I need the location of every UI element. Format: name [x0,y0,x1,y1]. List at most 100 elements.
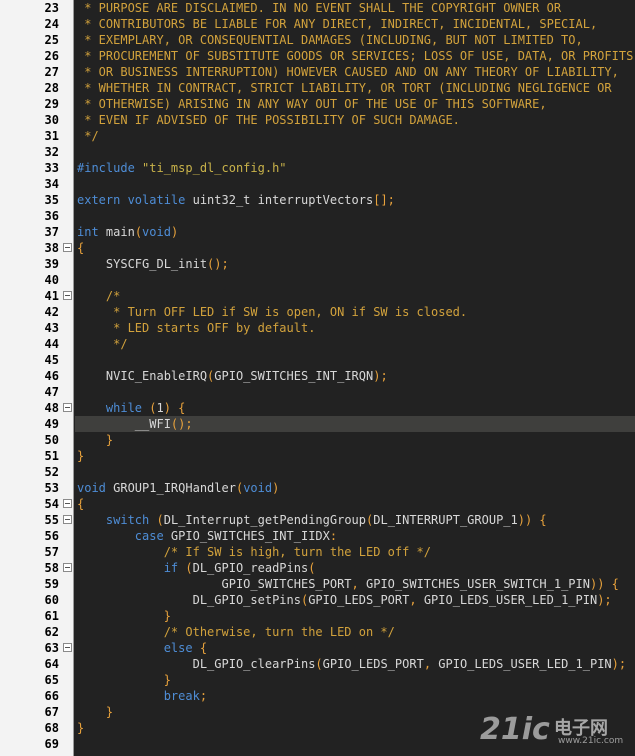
line-number: 60 [44,593,59,607]
code-line[interactable]: 61 } [0,608,635,624]
code-text: break; [77,688,207,704]
watermark-logo-text: 21ic [480,712,550,747]
code-token: if [77,561,186,575]
line-number: 46 [44,369,59,383]
code-token: { [77,241,85,255]
code-line[interactable]: 62 /* Otherwise, turn the LED on */ [0,624,635,640]
code-text: /* Otherwise, turn the LED on */ [77,624,395,640]
code-line[interactable]: 34 [0,176,635,192]
code-line[interactable]: 40 [0,272,635,288]
code-line[interactable]: 58 if (DL_GPIO_readPins( [0,560,635,576]
code-token: )) { [517,513,547,527]
code-line[interactable]: 27 * OR BUSINESS INTERRUPTION) HOWEVER C… [0,64,635,80]
fold-toggle-icon[interactable] [63,291,72,300]
code-text: case GPIO_SWITCHES_INT_IIDX: [77,528,337,544]
code-line[interactable]: 46 NVIC_EnableIRQ(GPIO_SWITCHES_INT_IRQN… [0,368,635,384]
code-token: ( [185,561,193,575]
code-line[interactable]: 54 { [0,496,635,512]
code-token: } [77,705,114,719]
code-token: 1 [156,401,164,415]
code-line[interactable]: 42 * Turn OFF LED if SW is open, ON if S… [0,304,635,320]
line-number: 24 [44,17,59,31]
line-number: 53 [44,481,59,495]
code-line[interactable]: 38 { [0,240,635,256]
code-line[interactable]: 63 else { [0,640,635,656]
code-line[interactable]: 48 while (1) { [0,400,635,416]
code-line[interactable]: 39 SYSCFG_DL_init(); [0,256,635,272]
code-line[interactable]: 35 extern volatile uint32_t interruptVect… [0,192,635,208]
code-line[interactable]: 66 break; [0,688,635,704]
line-number: 51 [44,449,59,463]
code-token: GPIO_SWITCHES_INT_IRQN [214,369,374,383]
line-number: 28 [44,81,59,95]
code-text: * PROCUREMENT OF SUBSTITUTE GOODS OR SER… [77,48,635,64]
code-line[interactable]: 23 * PURPOSE ARE DISCLAIMED. IN NO EVENT… [0,0,635,16]
code-line[interactable]: 45 [0,352,635,368]
code-token: GPIO_SWITCHES_USER_SWITCH_1_PIN [366,577,590,591]
code-line[interactable]: 50 } [0,432,635,448]
code-text: * CONTRIBUTORS BE LIABLE FOR ANY DIRECT,… [77,16,597,32]
code-line[interactable]: 47 [0,384,635,400]
code-line[interactable]: 33 #include "ti_msp_dl_config.h" [0,160,635,176]
code-line[interactable]: 64 DL_GPIO_clearPins(GPIO_LEDS_PORT, GPI… [0,656,635,672]
code-line[interactable]: 25 * EXEMPLARY, OR CONSEQUENTIAL DAMAGES… [0,32,635,48]
line-number: 58 [44,561,59,575]
line-number: 48 [44,401,59,415]
line-number: 57 [44,545,59,559]
code-line[interactable]: 29 * OTHERWISE) ARISING IN ANY WAY OUT O… [0,96,635,112]
code-token: DL_INTERRUPT_GROUP_1 [373,513,518,527]
line-number: 50 [44,433,59,447]
code-line[interactable]: 37 int main(void) [0,224,635,240]
code-line[interactable]: 44 */ [0,336,635,352]
fold-toggle-icon[interactable] [63,515,72,524]
code-editor[interactable]: 23 * PURPOSE ARE DISCLAIMED. IN NO EVENT… [0,0,635,756]
code-line[interactable]: 52 [0,464,635,480]
code-token: * OR BUSINESS INTERRUPTION) HOWEVER CAUS… [77,65,619,79]
line-number: 44 [44,337,59,351]
code-line[interactable]: 32 [0,144,635,160]
code-text: extern volatile uint32_t interruptVector… [77,192,395,208]
code-text: } [77,608,171,624]
code-token: } [77,673,171,687]
code-line[interactable]: 43 * LED starts OFF by default. [0,320,635,336]
fold-toggle-icon[interactable] [63,499,72,508]
code-line[interactable]: 30 * EVEN IF ADVISED OF THE POSSIBILITY … [0,112,635,128]
code-token: /* [77,289,121,303]
code-token: ); [597,593,612,607]
code-token: void [142,225,171,239]
code-line[interactable]: 53 void GROUP1_IRQHandler(void) [0,480,635,496]
code-text: */ [77,128,98,144]
code-line[interactable]: 51} [0,448,635,464]
line-number: 49 [44,417,59,431]
code-line[interactable]: 55 switch (DL_Interrupt_getPendingGroup(… [0,512,635,528]
line-number: 39 [44,257,59,271]
line-number: 33 [44,161,59,175]
line-number: 36 [44,209,59,223]
code-line[interactable]: 31 */ [0,128,635,144]
fold-toggle-icon[interactable] [63,643,72,652]
code-line[interactable]: 36 [0,208,635,224]
line-number: 26 [44,49,59,63]
code-text: __WFI(); [77,416,193,432]
code-text: /* If SW is high, turn the LED off */ [77,544,431,560]
code-line[interactable]: 59 GPIO_SWITCHES_PORT, GPIO_SWITCHES_USE… [0,576,635,592]
code-token: */ [77,337,128,351]
line-number: 35 [44,193,59,207]
code-line[interactable]: 41 /* [0,288,635,304]
code-line[interactable]: 49 __WFI(); [0,416,635,432]
code-line[interactable]: 56 case GPIO_SWITCHES_INT_IIDX: [0,528,635,544]
code-line[interactable]: 57 /* If SW is high, turn the LED off */ [0,544,635,560]
code-token: ) { [163,401,186,415]
fold-toggle-icon[interactable] [63,243,72,252]
code-text: * EVEN IF ADVISED OF THE POSSIBILITY OF … [77,112,460,128]
fold-toggle-icon[interactable] [63,563,72,572]
code-token: * EVEN IF ADVISED OF THE POSSIBILITY OF … [77,113,460,127]
code-line[interactable]: 65 } [0,672,635,688]
fold-toggle-icon[interactable] [63,403,72,412]
code-line[interactable]: 28 * WHETHER IN CONTRACT, STRICT LIABILI… [0,80,635,96]
code-text: DL_GPIO_setPins(GPIO_LEDS_PORT, GPIO_LED… [77,592,612,608]
code-line[interactable]: 26 * PROCUREMENT OF SUBSTITUTE GOODS OR … [0,48,635,64]
code-text: } [77,704,113,720]
code-line[interactable]: 60 DL_GPIO_setPins(GPIO_LEDS_PORT, GPIO_… [0,592,635,608]
code-line[interactable]: 24 * CONTRIBUTORS BE LIABLE FOR ANY DIRE… [0,16,635,32]
